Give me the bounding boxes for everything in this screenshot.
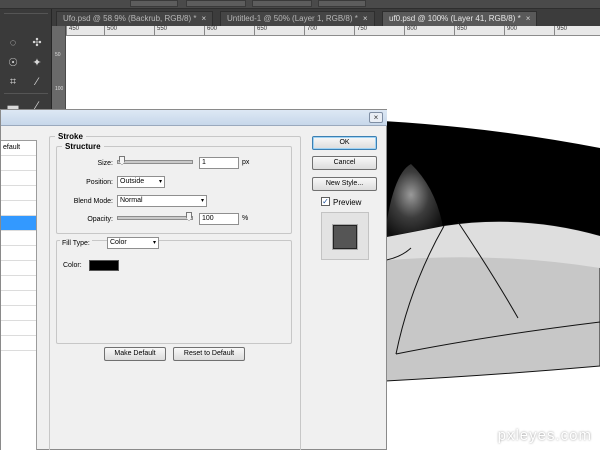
chevron-down-icon: ▾ <box>152 240 156 246</box>
ruler-tick-label: 500 <box>104 26 117 36</box>
tab-label: Ufo.psd @ 58.9% (Backrub, RGB/8) * <box>63 14 197 23</box>
close-icon[interactable]: × <box>369 112 383 123</box>
position-select[interactable]: Outside ▾ <box>117 176 165 188</box>
tool-divider <box>4 13 48 14</box>
horizontal-ruler: 450 500 550 600 650 700 750 800 850 900 … <box>66 26 600 36</box>
watermark: pxleyes.com <box>497 427 592 444</box>
vertical-ruler-label: 50 <box>55 52 61 58</box>
opacity-label: Opacity: <box>87 216 113 223</box>
size-input[interactable]: 1 <box>199 157 239 169</box>
ruler-tick-label: 800 <box>404 26 417 36</box>
tab-label: uf0.psd @ 100% (Layer 41, RGB/8) * <box>389 14 521 23</box>
ruler-tick-label: 450 <box>66 26 79 36</box>
ruler-tick-label: 700 <box>304 26 317 36</box>
eyedropper-tool-icon[interactable]: ⁄ <box>28 73 46 91</box>
styles-list-item[interactable] <box>1 186 36 201</box>
blend-mode-value: Normal <box>120 197 143 204</box>
elliptical-marquee-tool-icon[interactable]: ◌ <box>4 34 22 52</box>
ruler-tick-label: 900 <box>504 26 517 36</box>
move-tool-icon[interactable]: ✣ <box>28 34 46 52</box>
styles-list: efault <box>1 140 37 450</box>
preview-checkbox[interactable]: ✓ <box>321 197 330 206</box>
opacity-slider-thumb[interactable] <box>186 212 192 221</box>
cancel-button[interactable]: Cancel <box>312 156 377 170</box>
styles-list-header[interactable]: efault <box>1 141 36 156</box>
styles-list-item[interactable] <box>1 261 36 276</box>
fill-group <box>56 240 292 344</box>
make-default-button[interactable]: Make Default <box>104 347 166 361</box>
options-bar-control[interactable] <box>130 0 178 7</box>
dialog-title-bar[interactable]: × <box>1 110 387 126</box>
opacity-input[interactable]: 100 <box>199 213 239 225</box>
opacity-slider[interactable] <box>117 212 193 221</box>
styles-list-item[interactable] <box>1 231 36 246</box>
color-label: Color: <box>63 262 82 269</box>
options-bar-control[interactable] <box>252 0 312 7</box>
document-tab-active[interactable]: uf0.psd @ 100% (Layer 41, RGB/8) * × <box>382 11 538 26</box>
styles-list-item[interactable] <box>1 201 36 216</box>
position-value: Outside <box>120 178 145 185</box>
options-bar <box>0 0 600 9</box>
stroke-title: Stroke <box>58 132 83 141</box>
document-tab[interactable]: Untitled-1 @ 50% (Layer 1, RGB/8) * × <box>220 11 375 26</box>
ruler-tick-label: 850 <box>454 26 467 36</box>
ok-button[interactable]: OK <box>312 136 377 150</box>
lasso-tool-icon[interactable]: ☉ <box>4 54 22 72</box>
chevron-down-icon: ▾ <box>200 198 204 204</box>
ruler-tick-label: 950 <box>554 26 567 36</box>
size-slider-thumb[interactable] <box>119 156 125 165</box>
tab-label: Untitled-1 @ 50% (Layer 1, RGB/8) * <box>227 14 358 23</box>
tool-divider <box>4 93 48 94</box>
size-label: Size: <box>97 160 113 167</box>
ruler-tick-label: 650 <box>254 26 267 36</box>
document-tab[interactable]: Ufo.psd @ 58.9% (Backrub, RGB/8) * × <box>56 11 214 26</box>
fill-type-label: Fill Type: <box>60 240 92 247</box>
styles-list-item[interactable] <box>1 321 36 336</box>
structure-title: Structure <box>65 142 101 151</box>
styles-list-item[interactable] <box>1 336 36 351</box>
ruler-tick-label: 550 <box>154 26 167 36</box>
reset-to-default-button[interactable]: Reset to Default <box>173 347 245 361</box>
blend-mode-select[interactable]: Normal ▾ <box>117 195 207 207</box>
blend-mode-label: Blend Mode: <box>73 198 113 205</box>
styles-list-item[interactable] <box>1 276 36 291</box>
vertical-ruler: 50 100 <box>52 26 66 110</box>
document-tab-bar: Ufo.psd @ 58.9% (Backrub, RGB/8) * × Unti… <box>52 9 600 26</box>
position-label: Position: <box>86 179 113 186</box>
size-slider[interactable] <box>117 156 193 165</box>
options-bar-control[interactable] <box>318 0 366 7</box>
options-bar-control[interactable] <box>186 0 246 7</box>
styles-list-item-stroke-selected[interactable] <box>1 216 36 231</box>
styles-list-item[interactable] <box>1 171 36 186</box>
styles-list-item[interactable] <box>1 306 36 321</box>
tab-close-icon[interactable]: × <box>363 14 368 23</box>
chevron-down-icon: ▾ <box>158 179 162 185</box>
styles-list-item[interactable] <box>1 291 36 306</box>
preview-swatch <box>333 225 357 249</box>
new-style-button[interactable]: New Style... <box>312 177 377 191</box>
preview-thumbnail <box>321 212 369 260</box>
tab-close-icon[interactable]: × <box>526 14 531 23</box>
styles-list-item[interactable] <box>1 156 36 171</box>
magic-wand-tool-icon[interactable]: ✦ <box>28 54 46 72</box>
crop-tool-icon[interactable]: ⌗ <box>4 73 22 91</box>
opacity-unit: % <box>242 215 249 222</box>
ruler-tick-label: 750 <box>354 26 367 36</box>
layer-style-dialog: × efault Stroke Structure Size: 1 px Pos… <box>0 109 387 450</box>
vertical-ruler-label: 100 <box>55 86 64 92</box>
size-unit: px <box>242 159 250 166</box>
fill-type-select[interactable]: Color ▾ <box>107 237 159 249</box>
tab-close-icon[interactable]: × <box>202 14 207 23</box>
stroke-color-swatch[interactable] <box>89 260 119 271</box>
tools-panel: ◌ ✣ ☉ ✦ ⌗ ⁄ ▬ ∕ <box>0 9 52 112</box>
styles-list-item[interactable] <box>1 246 36 261</box>
preview-label: Preview <box>333 198 362 207</box>
ruler-tick-label: 600 <box>204 26 217 36</box>
fill-type-value: Color <box>110 239 127 246</box>
